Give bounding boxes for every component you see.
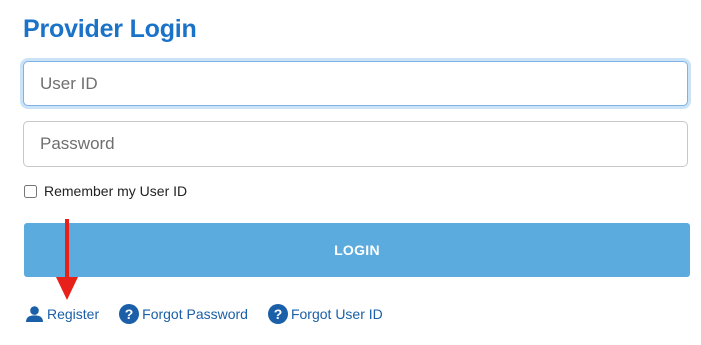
user-id-input[interactable] (23, 61, 688, 106)
forgot-password-link[interactable]: ? Forgot Password (119, 304, 248, 324)
remember-checkbox[interactable] (24, 184, 37, 198)
svg-text:?: ? (125, 306, 134, 322)
page-title: Provider Login (23, 15, 197, 43)
annotation-arrow-icon (56, 219, 78, 300)
register-label: Register (47, 306, 100, 322)
user-icon (25, 306, 44, 322)
forgot-user-id-link[interactable]: ? Forgot User ID (267, 304, 383, 324)
forgot-password-label: Forgot Password (142, 306, 248, 322)
remember-user-id[interactable]: Remember my User ID (23, 183, 187, 199)
remember-label: Remember my User ID (44, 183, 188, 199)
forgot-user-id-label: Forgot User ID (290, 306, 383, 322)
password-input[interactable] (23, 121, 688, 167)
login-button[interactable]: LOGIN (24, 223, 690, 277)
login-page: Provider Login Remember my User ID LOGIN… (0, 0, 701, 345)
register-link[interactable]: Register (25, 306, 99, 322)
svg-text:?: ? (274, 306, 283, 322)
question-circle-icon: ? (119, 304, 140, 324)
help-links: Register ? Forgot Password ? Forgot User… (25, 304, 403, 324)
question-circle-icon: ? (267, 304, 288, 324)
